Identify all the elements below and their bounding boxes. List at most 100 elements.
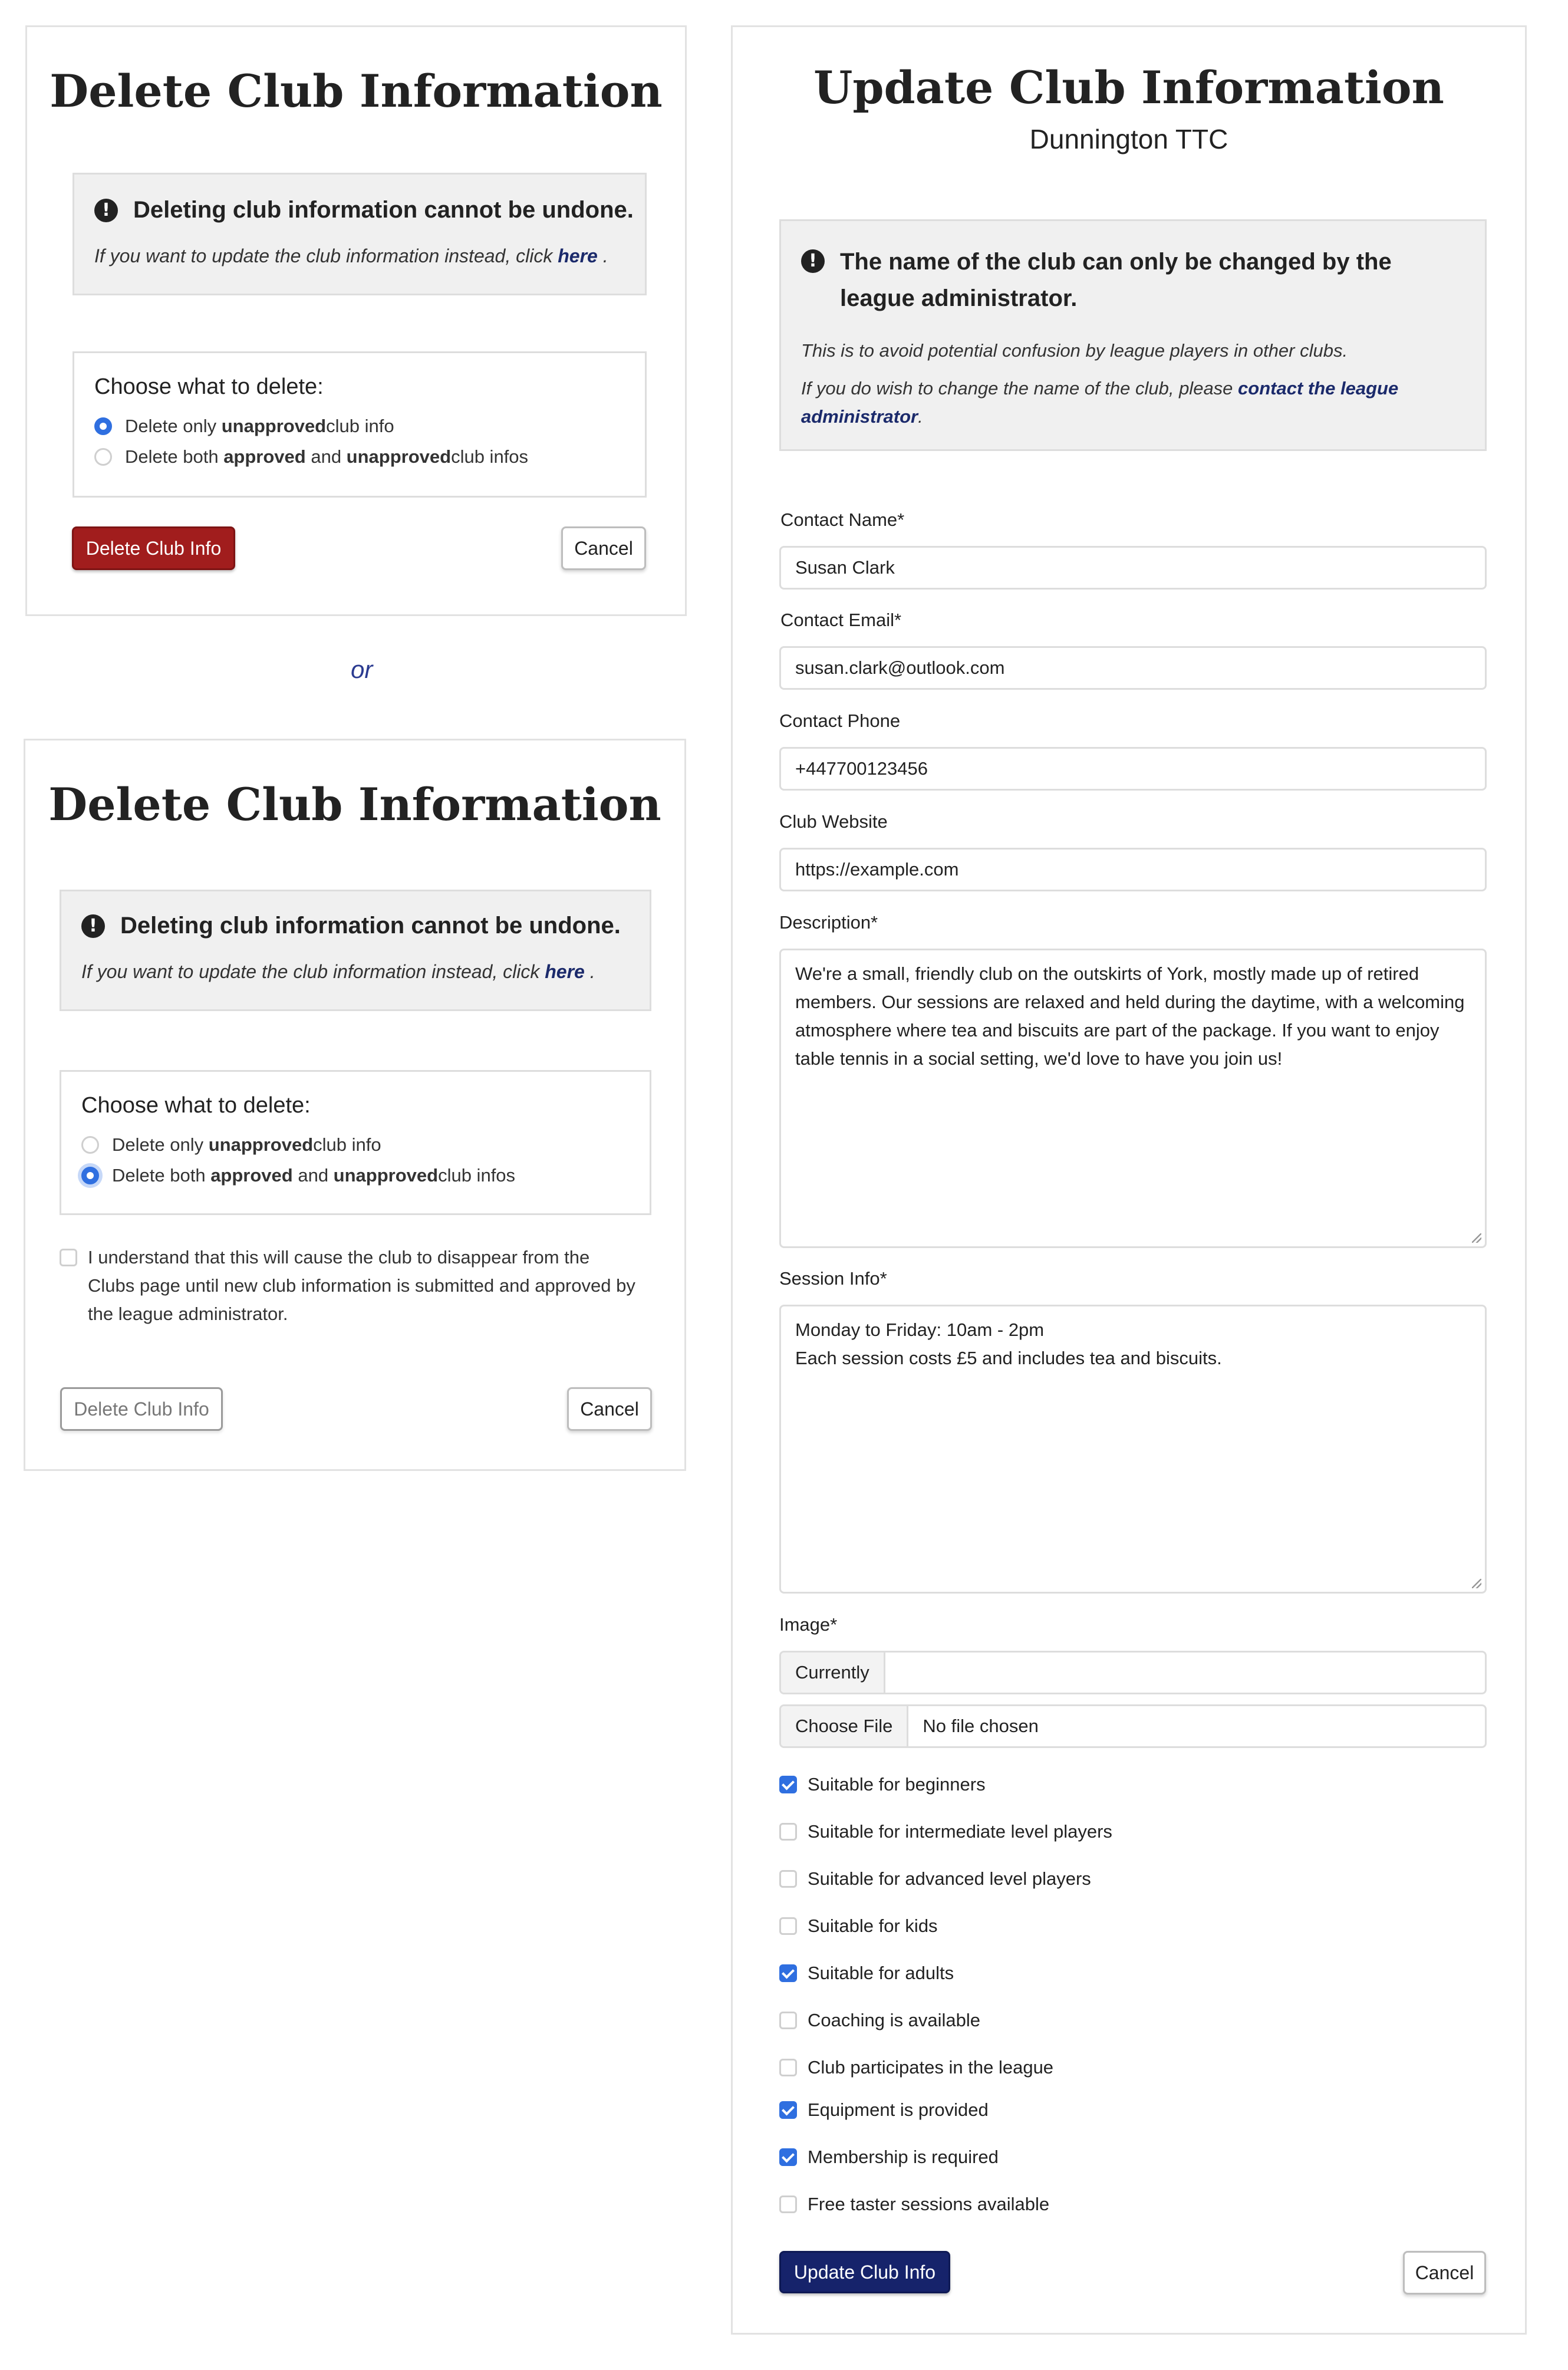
option-delete-both[interactable]: Delete both approved and unapproved club…	[94, 446, 528, 468]
checkbox[interactable]	[779, 1870, 797, 1888]
description-label: Description*	[779, 912, 878, 933]
notice-heading: ! The name of the club can only be chang…	[801, 243, 1467, 317]
checkbox[interactable]	[779, 1917, 797, 1935]
checkbox-label: Coaching is available	[808, 2010, 980, 2030]
currently-value	[885, 1653, 914, 1693]
warning-heading-text: Deleting club information cannot be undo…	[120, 913, 621, 939]
warning-subtext-after: .	[597, 245, 608, 266]
option-bold-2: unapproved	[346, 446, 452, 467]
radio-button[interactable]	[94, 448, 112, 466]
notice-line-2: If you do wish to change the name of the…	[801, 374, 1467, 431]
option-text-end: club info	[326, 416, 394, 436]
checkbox[interactable]	[779, 1964, 797, 1982]
image-file-input[interactable]: Choose File No file chosen	[779, 1704, 1487, 1748]
checkbox[interactable]	[779, 1823, 797, 1841]
checkbox[interactable]	[779, 1776, 797, 1793]
contact-email-label: Contact Email*	[780, 610, 902, 630]
contact-name-label: Contact Name*	[780, 509, 905, 530]
option-text-end: club infos	[438, 1165, 516, 1186]
exclamation-icon: !	[81, 914, 105, 938]
update-panel-title: Update Club Information	[813, 61, 1444, 114]
checkbox-suitable-intermediate[interactable]: Suitable for intermediate level players	[779, 1821, 1112, 1842]
description-textarea[interactable]: We're a small, friendly club on the outs…	[779, 949, 1487, 1248]
checkbox-league-participation[interactable]: Club participates in the league	[779, 2057, 1053, 2078]
resize-handle-icon[interactable]	[1472, 1579, 1481, 1588]
club-website-input[interactable]: https://example.com	[779, 848, 1487, 891]
checkbox-label: Free taster sessions available	[808, 2194, 1050, 2214]
cancel-button[interactable]: Cancel	[561, 526, 646, 570]
option-text: Delete both	[112, 1165, 206, 1186]
delete-options-box: Choose what to delete: Delete only unapp…	[73, 351, 647, 498]
checkbox-suitable-advanced[interactable]: Suitable for advanced level players	[779, 1868, 1091, 1890]
delete-panel-unapproved: Delete Club Information ! Deleting club …	[25, 25, 687, 616]
acknowledge-checkbox-row[interactable]: I understand that this will cause the cl…	[60, 1243, 651, 1328]
checkbox-label: Club participates in the league	[808, 2057, 1054, 2078]
option-delete-both[interactable]: Delete both approved and unapproved club…	[81, 1165, 515, 1186]
notice-line-2-text: If you do wish to change the name of the…	[801, 378, 1238, 399]
checkbox-suitable-kids[interactable]: Suitable for kids	[779, 1915, 938, 1937]
radio-button[interactable]	[94, 417, 112, 435]
session-info-line-1: Monday to Friday: 10am - 2pm	[795, 1319, 1045, 1340]
warning-subtext-before: If you want to update the club informati…	[81, 961, 545, 982]
radio-button[interactable]	[81, 1136, 99, 1154]
name-change-notice: ! The name of the club can only be chang…	[779, 219, 1487, 451]
choose-file-button[interactable]: Choose File	[781, 1706, 909, 1746]
option-bold: approved	[223, 446, 306, 467]
checkbox-suitable-beginners[interactable]: Suitable for beginners	[779, 1774, 986, 1795]
warning-subtext: If you want to update the club informati…	[81, 961, 595, 983]
option-bold: unapproved	[221, 416, 327, 436]
contact-name-input[interactable]: Susan Clark	[779, 546, 1487, 590]
club-website-label: Club Website	[779, 811, 888, 832]
update-instead-link[interactable]: here	[558, 245, 598, 266]
checkbox[interactable]	[779, 2012, 797, 2029]
option-delete-unapproved[interactable]: Delete only unapproved club info	[94, 416, 394, 437]
option-text: Delete both	[125, 446, 219, 467]
acknowledge-checkbox[interactable]	[60, 1249, 77, 1266]
checkbox-free-taster[interactable]: Free taster sessions available	[779, 2194, 1049, 2215]
notice-heading-text: The name of the club can only be changed…	[840, 249, 1392, 311]
session-info-textarea[interactable]: Monday to Friday: 10am - 2pm Each sessio…	[779, 1305, 1487, 1594]
acknowledge-text: I understand that this will cause the cl…	[88, 1247, 635, 1324]
option-delete-unapproved[interactable]: Delete only unapproved club info	[81, 1134, 381, 1156]
checkbox-equipment-provided[interactable]: Equipment is provided	[779, 2099, 989, 2121]
warning-subtext-before: If you want to update the club informati…	[94, 245, 558, 266]
image-label: Image*	[779, 1614, 838, 1635]
exclamation-icon: !	[94, 198, 118, 222]
choose-title: Choose what to delete:	[81, 1093, 311, 1118]
cancel-button[interactable]: Cancel	[1403, 2251, 1486, 2295]
contact-email-input[interactable]: susan.clark@outlook.com	[779, 646, 1487, 690]
checkbox-coaching-available[interactable]: Coaching is available	[779, 2010, 980, 2031]
file-status: No file chosen	[923, 1716, 1039, 1736]
notice-line-2-end: .	[918, 406, 923, 427]
update-instead-link[interactable]: here	[545, 961, 585, 982]
delete-options-box: Choose what to delete: Delete only unapp…	[60, 1070, 651, 1215]
checkbox-membership-required[interactable]: Membership is required	[779, 2147, 999, 2168]
checkbox[interactable]	[779, 2059, 797, 2076]
checkbox[interactable]	[779, 2195, 797, 2213]
warning-box: ! Deleting club information cannot be un…	[73, 173, 647, 295]
radio-button[interactable]	[81, 1167, 99, 1184]
checkbox-suitable-adults[interactable]: Suitable for adults	[779, 1963, 954, 1984]
update-club-info-button[interactable]: Update Club Info	[779, 2251, 950, 2293]
cancel-button[interactable]: Cancel	[567, 1387, 652, 1431]
checkbox[interactable]	[779, 2101, 797, 2119]
delete-club-info-button[interactable]: Delete Club Info	[60, 1387, 223, 1431]
warning-heading: ! Deleting club information cannot be un…	[81, 913, 621, 939]
resize-handle-icon[interactable]	[1472, 1233, 1481, 1243]
warning-heading-text: Deleting club information cannot be undo…	[133, 197, 634, 223]
option-text: Delete only	[112, 1134, 204, 1155]
session-info-label: Session Info*	[779, 1268, 887, 1289]
delete-club-info-button[interactable]: Delete Club Info	[72, 526, 235, 570]
currently-label: Currently	[781, 1653, 885, 1693]
description-text: We're a small, friendly club on the outs…	[795, 963, 1465, 1069]
contact-phone-input[interactable]: +447700123456	[779, 747, 1487, 791]
checkbox-label: Suitable for advanced level players	[808, 1868, 1091, 1889]
option-bold: unapproved	[208, 1134, 314, 1155]
contact-phone-label: Contact Phone	[779, 710, 901, 731]
checkbox[interactable]	[779, 2148, 797, 2166]
checkbox-label: Equipment is provided	[808, 2099, 989, 2120]
choose-title: Choose what to delete:	[94, 374, 324, 399]
update-panel: Update Club Information Dunnington TTC !…	[731, 25, 1527, 2335]
option-text-end: club infos	[451, 446, 529, 467]
delete-panel-both: Delete Club Information ! Deleting club …	[24, 739, 686, 1471]
